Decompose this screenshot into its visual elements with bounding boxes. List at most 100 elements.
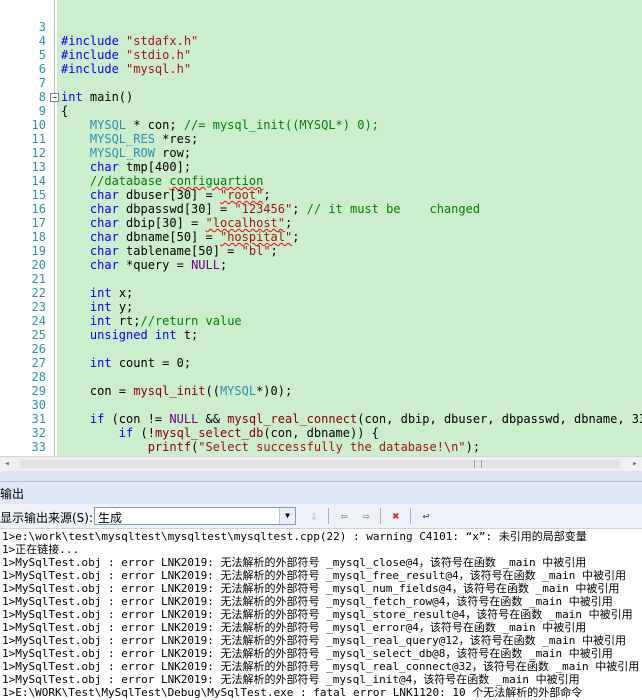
code-line[interactable]: 6 #include "mysql.h"	[0, 62, 642, 76]
code-line[interactable]: 11 MYSQL_RES *res;	[0, 132, 642, 146]
code-text[interactable]: char tmp[400];	[61, 160, 191, 174]
code-line[interactable]: 17 char dbip[30] = "localhost";	[0, 216, 642, 230]
code-line[interactable]: 10 MYSQL * con; //= mysql_init((MYSQL*) …	[0, 118, 642, 132]
code-line[interactable]: 12 MYSQL_ROW row;	[0, 146, 642, 160]
output-source-select[interactable]: 生成 ▼	[94, 507, 296, 525]
output-line: 1>正在链接...	[2, 543, 80, 556]
horizontal-scrollbar[interactable]: ◂ ▸	[0, 456, 642, 471]
output-line: 1>MySqlTest.obj : error LNK2019: 无法解析的外部…	[2, 556, 587, 569]
code-text[interactable]: //database configuartion	[61, 174, 263, 188]
code-line[interactable]: 8− int main()	[0, 90, 642, 104]
output-line: 1>MySqlTest.obj : error LNK2019: 无法解析的外部…	[2, 621, 587, 634]
line-number: 9	[38, 104, 46, 118]
code-line[interactable]: 7	[0, 76, 642, 90]
scroll-right-icon[interactable]: ▸	[628, 457, 642, 471]
code-text[interactable]: #include "stdio.h"	[61, 48, 191, 62]
output-text[interactable]: 1>e:\work\test\mysqltest\mysqltest\mysql…	[0, 529, 642, 700]
line-number: 18	[31, 230, 46, 244]
scroll-left-icon[interactable]: ◂	[0, 457, 14, 471]
output-toolbar: 显示输出来源(S): 生成 ▼ ⇩ ⇦ ⇨ ✖ ↩	[0, 504, 642, 529]
code-line[interactable]: 29 con = mysql_init((MYSQL*)0);	[0, 384, 642, 398]
output-line: 1>MySqlTest.obj : error LNK2019: 无法解析的外部…	[2, 582, 620, 595]
code-line[interactable]: 16 char dbpasswd[30] = "123456"; // it m…	[0, 202, 642, 216]
code-line[interactable]: 5 #include "stdio.h"	[0, 48, 642, 62]
output-line: 1>MySqlTest.obj : error LNK2019: 无法解析的外部…	[2, 569, 626, 582]
code-line[interactable]: 20 char *query = NULL;	[0, 258, 642, 272]
code-line[interactable]: 32 if (!mysql_select_db(con, dbname)) {	[0, 426, 642, 440]
code-text[interactable]: char dbuser[30] = "root";	[61, 188, 271, 202]
code-text[interactable]: int main()	[61, 90, 133, 104]
previous-message-icon[interactable]: ⇦	[334, 507, 354, 525]
find-message-icon[interactable]: ⇩	[304, 507, 324, 525]
code-line[interactable]: 15 char dbuser[30] = "root";	[0, 188, 642, 202]
code-line[interactable]: 18 char dbname[50] = "hospital";	[0, 230, 642, 244]
code-line[interactable]: 25 unsigned int t;	[0, 328, 642, 342]
code-text[interactable]: char dbpasswd[30] = "123456"; // it must…	[61, 202, 480, 216]
code-text[interactable]: int y;	[61, 300, 133, 314]
scrollbar-grip	[474, 460, 482, 468]
code-line[interactable]: 31 if (con != NULL && mysql_real_connect…	[0, 412, 642, 426]
code-text[interactable]: MYSQL_RES *res;	[61, 132, 198, 146]
code-text[interactable]: con = mysql_init((MYSQL*)0);	[61, 384, 292, 398]
toolbar-separator	[380, 508, 381, 524]
output-line: 1>e:\work\test\mysqltest\mysqltest\mysql…	[2, 530, 587, 543]
code-line[interactable]: 14 //database configuartion	[0, 174, 642, 188]
code-text[interactable]: #include "mysql.h"	[61, 62, 191, 76]
output-line: 1>MySqlTest.obj : error LNK2019: 无法解析的外部…	[2, 608, 633, 621]
code-text[interactable]: unsigned int t;	[61, 328, 198, 342]
line-number: 12	[31, 146, 46, 160]
code-text[interactable]: MYSQL * con; //= mysql_init((MYSQL*) 0);	[61, 118, 379, 132]
code-text[interactable]: printf("Select successfully the database…	[61, 440, 480, 454]
code-text[interactable]: char *query = NULL;	[61, 258, 227, 272]
line-number: 7	[38, 76, 46, 90]
line-number: 30	[31, 398, 46, 412]
code-text[interactable]: MYSQL_ROW row;	[61, 146, 191, 160]
line-number: 19	[31, 244, 46, 258]
line-number: 8	[38, 90, 46, 104]
line-number: 21	[31, 272, 46, 286]
line-number: 22	[31, 286, 46, 300]
collapse-icon[interactable]: −	[50, 93, 59, 102]
code-line[interactable]: 4 #include "stdafx.h"	[0, 34, 642, 48]
code-text[interactable]: if (con != NULL && mysql_real_connect(co…	[61, 412, 642, 426]
code-line[interactable]: 19 char tablename[50] = "bl";	[0, 244, 642, 258]
code-text[interactable]: char tablename[50] = "bl";	[61, 244, 278, 258]
scrollbar-thumb[interactable]	[20, 460, 620, 468]
output-panel-header: 输出	[0, 481, 642, 505]
code-line[interactable]: 26	[0, 342, 642, 356]
line-number: 26	[31, 342, 46, 356]
output-line: 1>E:\WORK\Test\MySqlTest\Debug\MySqlTest…	[2, 686, 583, 699]
code-line[interactable]: 30	[0, 398, 642, 412]
chevron-down-icon[interactable]: ▼	[279, 508, 295, 524]
code-line[interactable]: 9{	[0, 104, 642, 118]
line-number: 20	[31, 258, 46, 272]
code-line[interactable]: 27 int count = 0;	[0, 356, 642, 370]
code-text[interactable]: int rt;//return value	[61, 314, 242, 328]
panel-splitter[interactable]	[0, 471, 642, 481]
code-line[interactable]: 24 int rt;//return value	[0, 314, 642, 328]
code-line[interactable]: 33 printf("Select successfully the datab…	[0, 440, 642, 454]
clear-all-icon[interactable]: ✖	[386, 507, 406, 525]
code-text[interactable]: int count = 0;	[61, 356, 191, 370]
code-text[interactable]: #include "stdafx.h"	[61, 34, 198, 48]
code-line[interactable]: 3	[0, 20, 642, 34]
code-line[interactable]: 22 int x;	[0, 286, 642, 300]
code-text[interactable]: {	[61, 104, 68, 118]
line-number: 3	[38, 20, 46, 34]
code-text[interactable]: if (!mysql_select_db(con, dbname)) {	[61, 426, 379, 440]
code-line[interactable]: 23 int y;	[0, 300, 642, 314]
line-number: 13	[31, 160, 46, 174]
code-line[interactable]: 21	[0, 272, 642, 286]
code-line[interactable]: 13 char tmp[400];	[0, 160, 642, 174]
code-text[interactable]: char dbip[30] = "localhost";	[61, 216, 292, 230]
code-text[interactable]: char dbname[50] = "hospital";	[61, 230, 300, 244]
output-line: 1>MySqlTest.obj : error LNK2019: 无法解析的外部…	[2, 660, 640, 673]
word-wrap-icon[interactable]: ↩	[416, 507, 436, 525]
line-number: 15	[31, 188, 46, 202]
next-message-icon[interactable]: ⇨	[356, 507, 376, 525]
code-text[interactable]: int x;	[61, 286, 133, 300]
toolbar-separator	[328, 508, 329, 524]
line-number: 17	[31, 216, 46, 230]
code-line[interactable]: 28	[0, 370, 642, 384]
code-editor[interactable]: 3 4 #include "stdafx.h" 5 #include "stdio.h"…	[0, 0, 642, 456]
